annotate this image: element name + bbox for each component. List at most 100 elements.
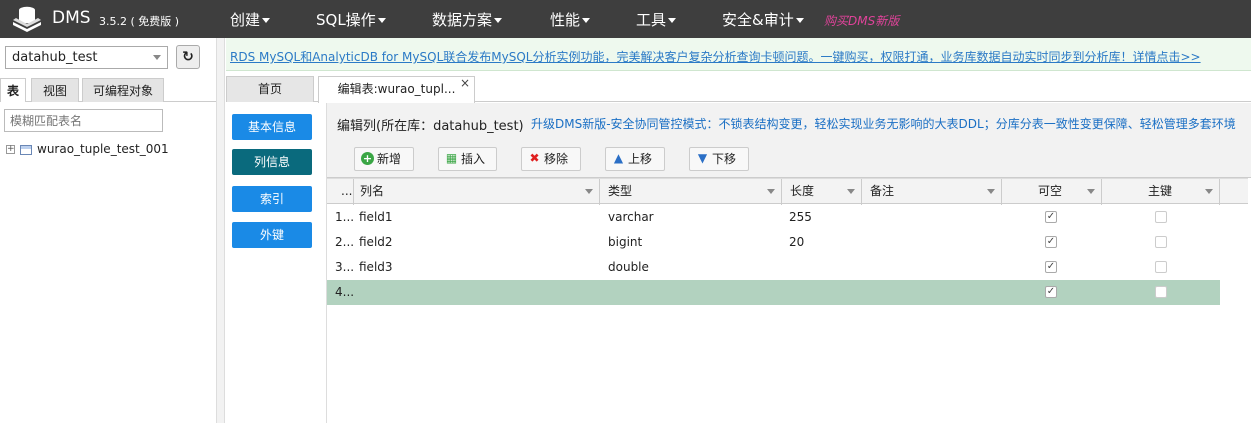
cell-type[interactable]: double (608, 255, 649, 280)
cell-type[interactable]: bigint (608, 230, 642, 255)
cell-column-name[interactable]: field2 (359, 230, 393, 255)
app-name: DMS (52, 8, 91, 28)
tab-tables[interactable]: 表 (0, 78, 26, 102)
cell-length[interactable] (789, 280, 859, 305)
database-select-value: datahub_test (12, 50, 98, 65)
primary-key-checkbox[interactable] (1155, 261, 1167, 273)
table-row[interactable]: 3... field3 double ✓ (327, 255, 1220, 280)
cell-length[interactable]: 20 (789, 230, 804, 255)
header-type-label: 类型 (608, 184, 633, 198)
primary-key-checkbox[interactable] (1155, 236, 1167, 248)
cell-column-name[interactable]: field1 (359, 205, 393, 230)
chevron-down-icon (668, 18, 677, 23)
header-type[interactable]: 类型 (600, 179, 782, 205)
tab-edit-table-label: 编辑表:wurao_tupl... (337, 82, 456, 96)
table-row[interactable]: 2... field2 bigint 20 ✓ (327, 230, 1220, 255)
index-button[interactable]: 索引 (232, 186, 312, 212)
nullable-checkbox[interactable]: ✓ (1045, 236, 1057, 248)
remove-column-label: 移除 (544, 152, 569, 166)
nav-data-plans[interactable]: 数据方案 (432, 9, 503, 30)
database-select[interactable]: datahub_test (5, 46, 168, 69)
cell-type[interactable] (608, 280, 778, 305)
nav-sql-operations[interactable]: SQL操作 (316, 9, 386, 30)
column-info-button[interactable]: 列信息 (232, 149, 312, 175)
sort-icon[interactable] (987, 189, 995, 194)
row-index: 1... (335, 210, 355, 224)
insert-column-button[interactable]: ▦ 插入 (438, 147, 497, 171)
table-tree: + wurao_tuple_test_001 (6, 142, 169, 156)
nav-security-audit[interactable]: 安全&审计 (722, 9, 804, 30)
cell-comment[interactable] (870, 280, 1000, 305)
buy-new-dms-link[interactable]: 购买DMS新版 (824, 12, 899, 29)
panel-splitter[interactable] (216, 38, 225, 423)
upgrade-dms-notice[interactable]: 升级DMS新版-安全协同管控模式：不锁表结构变更，轻松实现业务无影响的大表DDL… (531, 115, 1236, 132)
table-row-selected[interactable]: 4... ✓ (327, 280, 1220, 305)
nav-tools[interactable]: 工具 (636, 9, 677, 30)
header-column-name[interactable]: 列名 (354, 179, 600, 205)
header-primary-key[interactable]: 主键 (1102, 179, 1220, 205)
header-nullable-label: 可空 (1038, 184, 1063, 198)
tab-programmable-objects[interactable]: 可编程对象 (82, 78, 164, 102)
nav-performance[interactable]: 性能 (550, 9, 591, 30)
refresh-button[interactable]: ↻ (176, 45, 200, 69)
basic-info-button[interactable]: 基本信息 (232, 114, 312, 140)
left-panel: datahub_test ↻ 表 视图 可编程对象 + wurao_tuple_t… (0, 38, 217, 423)
sort-icon[interactable] (1205, 189, 1213, 194)
arrow-up-icon: ▲ (613, 151, 624, 165)
sort-icon[interactable] (1087, 189, 1095, 194)
move-up-button[interactable]: ▲ 上移 (605, 147, 665, 171)
tab-home[interactable]: 首页 (226, 76, 314, 102)
primary-key-checkbox[interactable] (1155, 211, 1167, 223)
move-down-button[interactable]: ▼ 下移 (689, 147, 749, 171)
dms-logo-icon (13, 6, 41, 32)
column-editor-header: 编辑列(所在库：datahub_test) 升级DMS新版-安全协同管控模式：不… (327, 103, 1251, 141)
header-length[interactable]: 长度 (782, 179, 862, 205)
move-up-label: 上移 (628, 152, 653, 166)
announcement-link[interactable]: RDS MySQL和AnalyticDB for MySQL联合发布MySQL分… (230, 48, 1201, 65)
nullable-checkbox[interactable]: ✓ (1045, 211, 1057, 223)
header-comment[interactable]: 备注 (862, 179, 1002, 205)
header-comment-label: 备注 (870, 184, 895, 198)
refresh-icon: ↻ (182, 49, 194, 65)
remove-column-button[interactable]: ✖ 移除 (521, 147, 581, 171)
header-nullable[interactable]: 可空 (1002, 179, 1102, 205)
main-tabs: 首页 编辑表:wurao_tupl... × (226, 76, 1251, 103)
app-version: 3.5.2 ( 免费版 ) (99, 15, 180, 28)
chevron-down-icon (262, 18, 271, 23)
sort-icon[interactable] (585, 189, 593, 194)
header-length-label: 长度 (790, 184, 815, 198)
sort-icon[interactable] (847, 189, 855, 194)
table-row[interactable]: 1... field1 varchar 255 ✓ (327, 205, 1220, 230)
chevron-down-icon (153, 55, 161, 60)
column-toolbar: + 新增 ▦ 插入 ✖ 移除 ▲ 上移 ▼ 下移 (327, 141, 1251, 178)
expand-icon[interactable]: + (6, 145, 15, 154)
insert-column-label: 插入 (461, 152, 486, 166)
foreign-key-button[interactable]: 外键 (232, 222, 312, 248)
nullable-checkbox[interactable]: ✓ (1045, 261, 1057, 273)
columns-grid: ... 列名 类型 长度 备注 可空 主键 1... field1 varcha… (327, 178, 1251, 423)
header-index: ... (327, 179, 354, 205)
nullable-checkbox[interactable]: ✓ (1045, 286, 1057, 298)
sort-icon[interactable] (767, 189, 775, 194)
tab-edit-table[interactable]: 编辑表:wurao_tupl... × (318, 76, 475, 103)
cell-length[interactable]: 255 (789, 205, 812, 230)
insert-row-icon: ▦ (445, 151, 458, 165)
close-icon[interactable]: × (460, 71, 470, 96)
cell-column-name[interactable] (359, 280, 599, 305)
cell-comment[interactable] (870, 230, 1000, 255)
chevron-down-icon (582, 18, 591, 23)
cell-column-name[interactable]: field3 (359, 255, 393, 280)
cell-comment[interactable] (870, 205, 1000, 230)
row-index: 2... (335, 235, 355, 249)
table-filter-input[interactable] (4, 109, 163, 132)
add-icon: + (361, 152, 374, 165)
primary-key-checkbox[interactable] (1155, 286, 1167, 298)
cell-comment[interactable] (870, 255, 1000, 280)
add-column-button[interactable]: + 新增 (354, 147, 414, 171)
grid-header: ... 列名 类型 长度 备注 可空 主键 (327, 178, 1248, 205)
cell-type[interactable]: varchar (608, 205, 654, 230)
tree-item[interactable]: + wurao_tuple_test_001 (6, 142, 169, 156)
table-icon (20, 144, 32, 155)
tab-views[interactable]: 视图 (31, 78, 79, 102)
nav-create[interactable]: 创建 (230, 9, 271, 30)
